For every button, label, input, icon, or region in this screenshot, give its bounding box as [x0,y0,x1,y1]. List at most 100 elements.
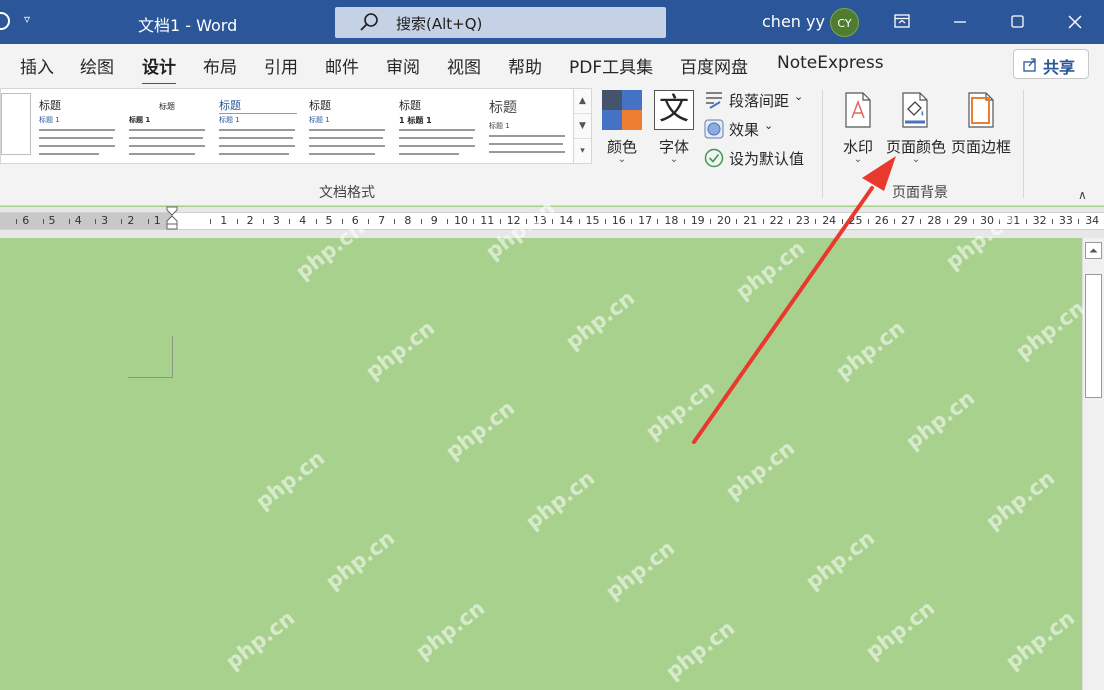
effects-label: 效果 [729,121,760,139]
style-subheading: 标题 1 [129,116,151,124]
ribbon-display-options-button[interactable] [887,8,917,36]
ruler-tick [710,219,711,224]
ruler-tick [341,219,343,224]
ruler-tick [95,219,97,224]
indent-marker-icon[interactable] [166,206,178,230]
ruler-tick [631,219,633,224]
word-window: ▿ 文档1 - Word 搜索(Alt+Q) chen yy CY 插入 绘图 … [0,0,1104,690]
collapse-ribbon-icon[interactable]: ∧ [1078,188,1087,202]
ruler-number: 6 [22,214,30,227]
gallery-more-button[interactable]: ▾ [574,139,591,164]
set-as-default-button[interactable]: 设为默认值 [704,148,814,170]
chevron-down-icon: ⌄ [764,119,774,132]
chevron-down-icon: ⌄ [911,154,921,165]
style-heading: 标题 [399,99,421,112]
effects-button[interactable]: 效果 ⌄ [704,119,784,141]
tab-mailings[interactable]: 邮件 [325,53,359,78]
close-button[interactable] [1060,8,1090,36]
minimize-button[interactable] [945,8,975,36]
group-label-document-formatting: 文档格式 [319,185,375,201]
paragraph-spacing-label: 段落间距 [729,92,790,110]
style-subheading: 1 标题 1 [399,116,432,125]
ruler-number: 5 [325,214,333,227]
ruler-tick [16,219,18,224]
tab-review[interactable]: 审阅 [386,53,420,78]
ruler-tick [147,219,149,224]
vertical-scrollbar[interactable] [1082,238,1104,690]
ruler-number: 28 [927,214,942,227]
autosave-icon[interactable] [0,12,10,30]
watermark-button[interactable]: 水印 ⌄ [838,88,878,172]
gallery-scroll: ▲ ▼ ▾ [573,88,592,164]
ruler-tick [525,219,527,224]
text-line [129,153,195,155]
user-name[interactable]: chen yy [762,12,825,31]
tab-design[interactable]: 设计 [142,53,176,86]
share-button[interactable]: 共享 [1013,49,1089,79]
ruler-tick [867,219,869,224]
style-set-item[interactable]: 标题 标题 1 [305,91,391,161]
watermark-icon [845,92,871,128]
ruler-tick [473,219,475,224]
chevron-down-icon: ⌄ [669,154,679,165]
style-subheading: 标题 1 [219,116,240,124]
set-as-default-label: 设为默认值 [729,150,805,168]
search-placeholder: 搜索(Alt+Q) [396,15,483,33]
ruler-tick [736,219,738,224]
search-box[interactable]: 搜索(Alt+Q) [335,7,666,38]
page-borders-button[interactable]: 页面边框 [950,88,1012,172]
scrollbar-thumb[interactable] [1085,274,1102,398]
style-set-item[interactable]: 标题 标题 1 [215,91,301,161]
group-separator [1023,90,1024,198]
text-line [489,135,565,137]
tab-pdf-tools[interactable]: PDF工具集 [569,53,653,78]
style-set-item[interactable]: 标题 标题 1 [35,91,121,161]
style-heading: 标题 [39,99,61,112]
tab-references[interactable]: 引用 [264,53,298,78]
fonts-icon: 文 [654,90,694,130]
tab-view[interactable]: 视图 [447,53,481,78]
ruler-number: 16 [611,214,626,227]
tab-baidu-netdisk[interactable]: 百度网盘 [680,53,748,78]
text-line [399,129,475,131]
colors-icon [602,90,642,130]
ruler-tick [499,219,501,224]
customize-toolbar-icon[interactable]: ▿ [24,12,30,26]
maximize-icon [1011,15,1024,28]
tab-layout[interactable]: 布局 [203,53,237,78]
gallery-up-button[interactable]: ▲ [574,89,591,114]
fonts-button[interactable]: 文 字体 ⌄ [653,88,695,168]
paragraph-spacing-button[interactable]: 段落间距 ⌄ [704,90,814,112]
style-heading: 标题 [219,97,297,114]
tab-insert[interactable]: 插入 [20,53,54,78]
ruler-number: 4 [299,214,307,227]
avatar[interactable]: CY [830,8,859,37]
ruler-number: 30 [980,214,994,227]
colors-button[interactable]: 颜色 ⌄ [601,88,643,168]
style-subheading: 标题 1 [489,122,510,130]
style-set-item[interactable]: 标题 标题 1 [485,91,571,161]
style-subheading: 标题 1 [39,116,60,124]
ruler-tick [315,219,317,224]
tab-help[interactable]: 帮助 [508,53,542,78]
maximize-button[interactable] [1003,8,1033,36]
tab-noteexpress[interactable]: NoteExpress [777,53,884,73]
page-color-button[interactable]: 页面颜色 ⌄ [885,88,947,172]
ruler-tick [1051,219,1053,224]
scroll-up-button[interactable] [1085,242,1102,259]
chevron-up-icon [1089,248,1098,253]
style-subheading: 标题 1 [309,116,330,124]
style-set-item[interactable]: 标题 1 标题 1 [395,91,481,161]
text-line [129,145,205,147]
document-title: 文档1 - Word [138,16,238,35]
tab-draw[interactable]: 绘图 [80,53,114,78]
document-page[interactable] [0,238,1082,690]
ruler-tick [368,219,370,224]
ruler-number: 13 [532,214,547,227]
style-set-item[interactable]: 标题 标题 1 [125,91,211,161]
ruler-tick [262,219,264,224]
gallery-down-button[interactable]: ▼ [574,114,591,139]
ruler-number: 32 [1032,214,1047,227]
style-set-current[interactable] [1,93,31,155]
text-line [309,137,383,139]
